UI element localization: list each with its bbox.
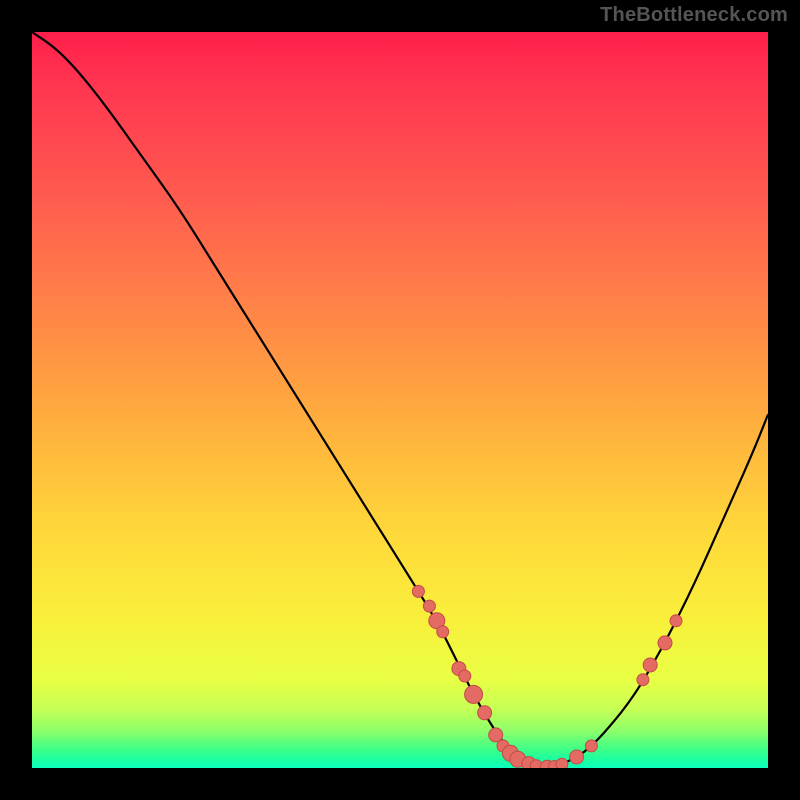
highlight-dot bbox=[556, 758, 568, 768]
highlight-dot bbox=[658, 636, 672, 650]
figure-root: TheBottleneck.com bbox=[0, 0, 800, 800]
highlight-dot bbox=[423, 600, 435, 612]
highlight-dot bbox=[570, 750, 584, 764]
attribution-text: TheBottleneck.com bbox=[600, 4, 788, 27]
highlight-dot bbox=[437, 626, 449, 638]
highlight-dots-group bbox=[412, 585, 682, 768]
bottleneck-curve bbox=[32, 32, 768, 767]
highlight-dot bbox=[465, 685, 483, 703]
highlight-dot bbox=[412, 585, 424, 597]
highlight-dot bbox=[670, 615, 682, 627]
highlight-dot bbox=[585, 740, 597, 752]
highlight-dot bbox=[637, 674, 649, 686]
highlight-dot bbox=[489, 728, 503, 742]
highlight-dot bbox=[643, 658, 657, 672]
highlight-dot bbox=[459, 670, 471, 682]
plot-area bbox=[32, 32, 768, 768]
highlight-dot bbox=[478, 706, 492, 720]
chart-overlay bbox=[32, 32, 768, 768]
